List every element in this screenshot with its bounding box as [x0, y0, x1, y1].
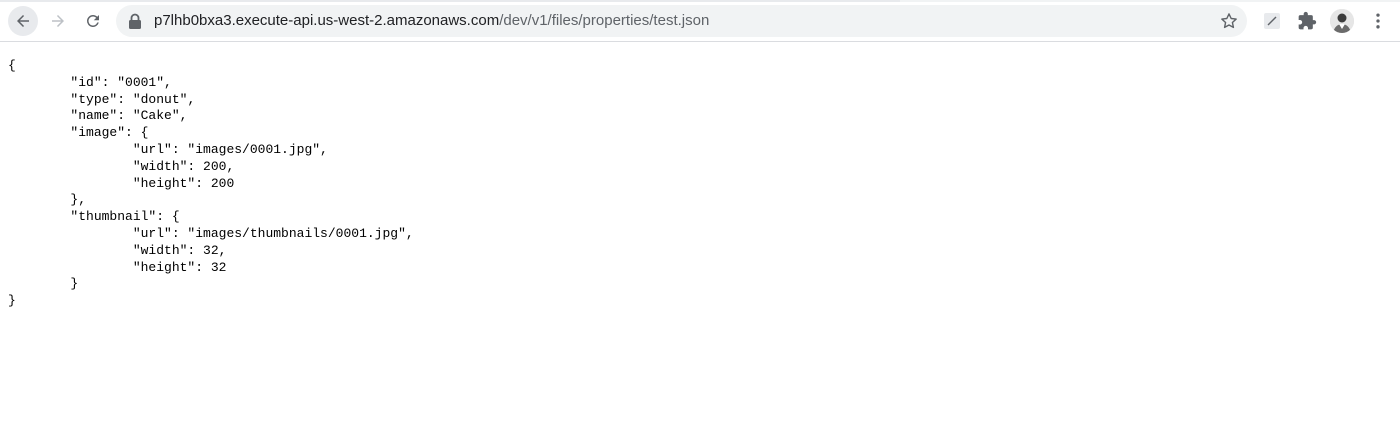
arrow-left-icon — [17, 15, 29, 27]
json-line: "height": 200 — [8, 175, 235, 191]
json-line: "width": 200, — [8, 158, 235, 174]
slash-extension-icon — [1264, 13, 1280, 29]
kebab-menu-icon — [1376, 13, 1380, 29]
address-bar[interactable]: p7lhb0bxa3.execute-api.us-west-2.amazona… — [116, 5, 1247, 37]
profile-avatar[interactable] — [1330, 9, 1354, 33]
json-line: "id": "0001", — [8, 74, 172, 90]
json-line: "url": "images/0001.jpg", — [8, 141, 328, 157]
tab-strip-edge — [0, 0, 1400, 2]
forward-button[interactable] — [43, 6, 73, 36]
url-path: /dev/v1/files/properties/test.json — [499, 12, 710, 29]
json-line: } — [8, 293, 16, 309]
star-icon[interactable] — [1219, 11, 1239, 31]
extension-button[interactable] — [1260, 9, 1284, 33]
browser-toolbar: p7lhb0bxa3.execute-api.us-west-2.amazona… — [0, 0, 1400, 42]
json-line: { — [8, 58, 16, 73]
url-text[interactable]: p7lhb0bxa3.execute-api.us-west-2.amazona… — [154, 5, 709, 37]
json-line: }, — [8, 192, 87, 208]
reload-icon — [86, 14, 99, 27]
json-document: { "id": "0001", "type": "donut", "name":… — [8, 58, 414, 310]
arrow-right-icon — [52, 15, 64, 27]
url-host: p7lhb0bxa3.execute-api.us-west-2.amazona… — [154, 12, 500, 29]
json-line: "type": "donut", — [8, 91, 196, 107]
puzzle-icon — [1298, 11, 1317, 30]
browser-menu-button[interactable] — [1366, 9, 1390, 33]
json-line: "width": 32, — [8, 242, 227, 258]
json-line: "height": 32 — [8, 259, 227, 275]
lock-icon[interactable] — [128, 13, 142, 29]
reload-button[interactable] — [78, 6, 108, 36]
json-line: "thumbnail": { — [8, 209, 180, 225]
json-line: "url": "images/thumbnails/0001.jpg", — [8, 225, 414, 241]
extensions-button[interactable] — [1295, 9, 1319, 33]
back-button[interactable] — [8, 6, 38, 36]
avatar-icon — [1330, 9, 1354, 33]
json-line: } — [8, 276, 79, 292]
json-line: "name": "Cake", — [8, 108, 188, 124]
json-line: "image": { — [8, 125, 149, 141]
